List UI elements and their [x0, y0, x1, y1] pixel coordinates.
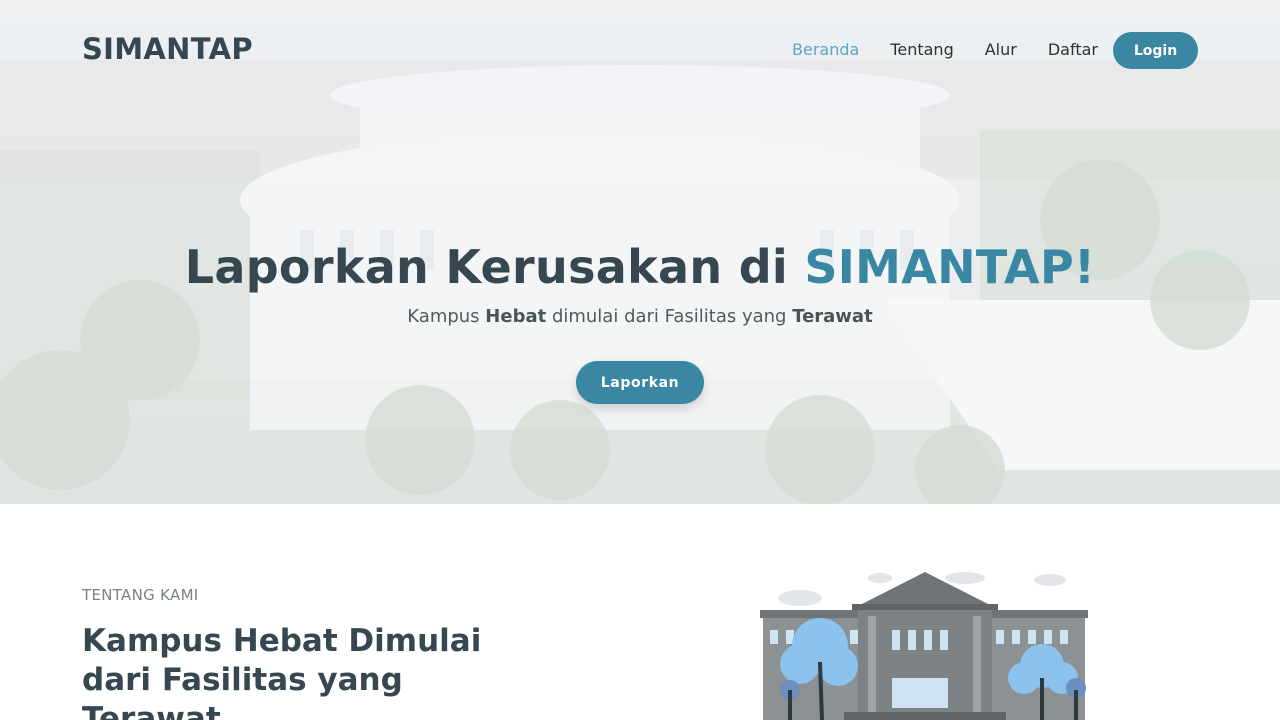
- hero-subtitle-part: dimulai dari Fasilitas yang: [546, 306, 793, 327]
- hero-content: Laporkan Kerusakan di SIMANTAP! Kampus H…: [0, 240, 1280, 327]
- nav-links: Beranda Tentang Alur Daftar: [792, 40, 1129, 59]
- login-button[interactable]: Login: [1113, 32, 1198, 69]
- hero-title-prefix: Laporkan Kerusakan di: [184, 240, 805, 294]
- campus-building-illustration: [760, 572, 1088, 720]
- hero-subtitle-bold: Terawat: [792, 306, 873, 327]
- hero-title: Laporkan Kerusakan di SIMANTAP!: [0, 240, 1280, 294]
- laporkan-button[interactable]: Laporkan: [576, 361, 704, 404]
- nav-item-alur[interactable]: Alur: [985, 40, 1017, 59]
- hero-subtitle: Kampus Hebat dimulai dari Fasilitas yang…: [0, 306, 1280, 327]
- about-section-label: TENTANG KAMI: [82, 586, 199, 604]
- hero-subtitle-part: Kampus: [407, 306, 486, 327]
- nav-item-daftar[interactable]: Daftar: [1048, 40, 1098, 59]
- top-navbar: SIMANTAP Beranda Tentang Alur Daftar Log…: [0, 0, 1280, 100]
- hero-title-accent: SIMANTAP!: [804, 240, 1096, 294]
- about-section-title: Kampus Hebat Dimulai dari Fasilitas yang…: [82, 623, 482, 720]
- hero-subtitle-bold: Hebat: [485, 306, 547, 327]
- brand-logo[interactable]: SIMANTAP: [82, 32, 253, 66]
- nav-item-beranda[interactable]: Beranda: [792, 40, 859, 59]
- nav-item-tentang[interactable]: Tentang: [890, 40, 953, 59]
